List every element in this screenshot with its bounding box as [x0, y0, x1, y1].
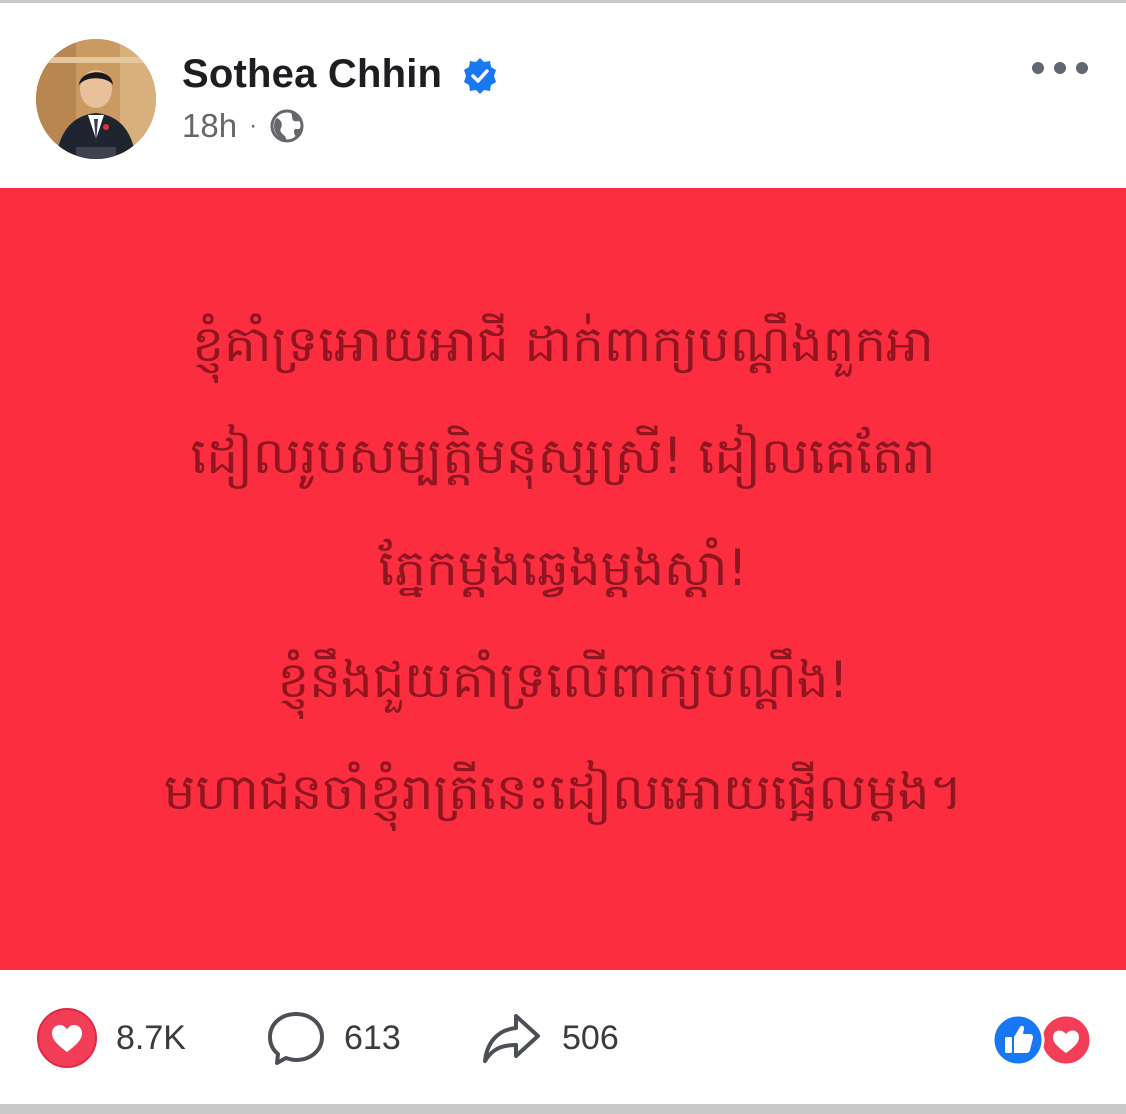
post-text-line: ភ្នែកម្តងឆ្វេងម្តងស្តាំ!	[378, 539, 748, 597]
meta-separator: ·	[249, 112, 258, 139]
post-time[interactable]: 18h	[182, 107, 237, 145]
post-text: ខ្ញុំគាំទ្រអោយអាជី ដាក់ពាក្យបណ្តឹងពួកអា …	[40, 288, 1086, 848]
post-text-card: ខ្ញុំគាំទ្រអោយអាជី ដាក់ពាក្យបណ្តឹងពួកអា …	[0, 188, 1126, 970]
avatar-photo	[36, 39, 156, 159]
verified-badge-icon	[464, 58, 496, 94]
like-count: 8.7K	[116, 1018, 186, 1057]
comment-count: 613	[344, 1018, 401, 1057]
share-button[interactable]: 506	[480, 1006, 619, 1070]
post-text-line: មហាជនចាំខ្ញុំរាត្រីនេះដៀលអោយផ្អើលម្តង។	[163, 763, 963, 821]
heart-icon	[37, 1008, 97, 1068]
more-options-icon[interactable]	[1028, 52, 1092, 84]
author-avatar[interactable]	[36, 39, 156, 159]
post-text-line: ខ្ញុំគាំទ្រអោយអាជី ដាក់ពាក្យបណ្តឹងពួកអា	[192, 315, 934, 373]
like-button[interactable]: 8.7K	[36, 1006, 186, 1070]
post-text-line: ដៀលរូបសម្បត្តិមនុស្សស្រី! ដៀលគេតែរា	[190, 427, 936, 485]
author-name[interactable]: Sothea Chhin	[182, 52, 442, 97]
top-divider	[0, 0, 1126, 3]
post-text-line: ខ្ញុំនឹងជួយគាំទ្រលើពាក្យបណ្តឹង!	[277, 651, 849, 709]
post-meta: 18h ·	[182, 106, 305, 146]
bottom-divider	[0, 1104, 1126, 1114]
share-count: 506	[562, 1018, 619, 1057]
comment-bubble-icon	[268, 1012, 324, 1065]
reaction-summary[interactable]	[990, 1012, 1094, 1068]
comment-button[interactable]: 613	[266, 1006, 401, 1070]
share-arrow-icon	[483, 1014, 540, 1063]
globe-icon	[270, 109, 304, 143]
